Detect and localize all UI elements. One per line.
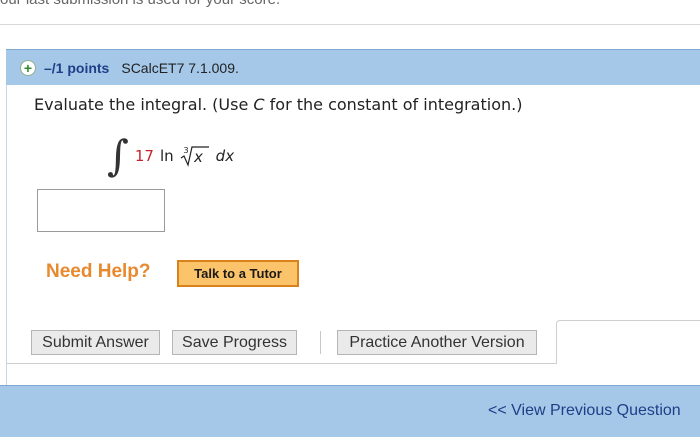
score-notice: our last submission is used for your sco… (0, 0, 700, 8)
differential: dx (215, 147, 235, 165)
integral-expression: ∫ 17 ln 3 x dx (107, 134, 234, 178)
prompt-constant: C (253, 95, 265, 114)
radicand: x (193, 148, 203, 166)
question-reference: SCalcET7 7.1.009. (121, 59, 239, 76)
talk-to-tutor-button[interactable]: Talk to a Tutor (177, 260, 299, 287)
divider (0, 24, 700, 25)
view-previous-question-link[interactable]: << View Previous Question (488, 402, 681, 420)
prompt-text-start: Evaluate the integral. (Use (34, 95, 254, 114)
integral-sign: ∫ (107, 131, 129, 180)
question-prompt: Evaluate the integral. (Use C for the co… (34, 95, 522, 114)
actions-tab (556, 320, 700, 363)
cube-root: 3 x (180, 145, 210, 167)
question-points: –/1 points (44, 59, 110, 76)
radical-icon: 3 x (180, 146, 209, 167)
actions-divider (6, 363, 557, 364)
question-header: + –/1 points SCalcET7 7.1.009. (6, 49, 700, 85)
need-help-label: Need Help? (46, 261, 151, 282)
practice-another-version-button[interactable]: Practice Another Version (337, 330, 537, 355)
log-function: ln (159, 147, 174, 165)
prompt-text-end: for the constant of integration.) (264, 95, 523, 114)
button-separator (320, 331, 321, 354)
submit-answer-button[interactable]: Submit Answer (31, 330, 160, 355)
plus-circle-icon[interactable]: + (20, 59, 36, 76)
save-progress-button[interactable]: Save Progress (172, 330, 297, 355)
answer-input[interactable] (37, 189, 165, 232)
coefficient: 17 (134, 147, 154, 165)
root-index: 3 (183, 146, 188, 155)
